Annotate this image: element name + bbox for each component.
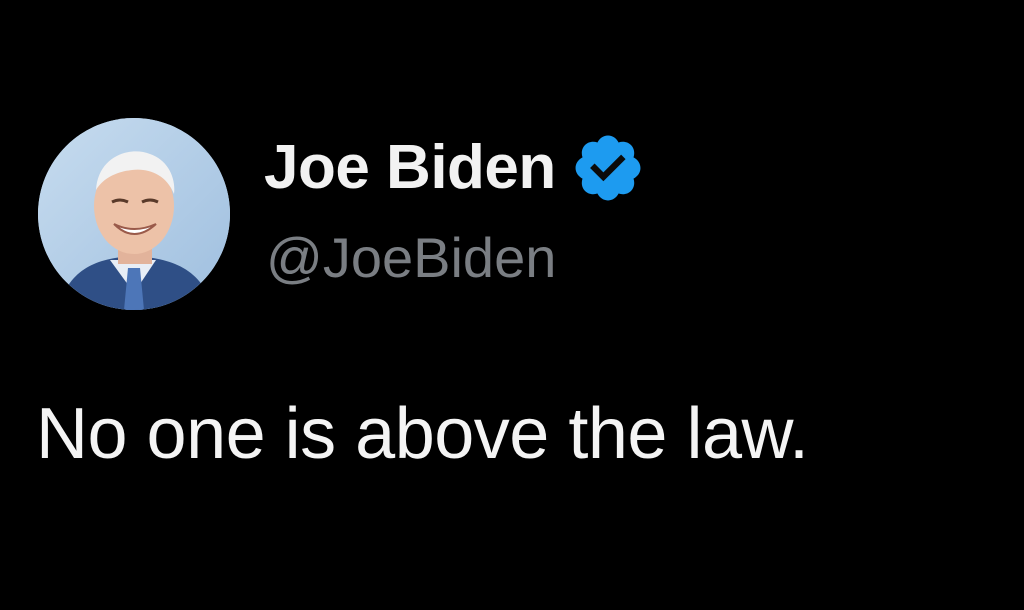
- author-name-row: Joe Biden: [264, 128, 646, 208]
- author-display-name[interactable]: Joe Biden: [264, 137, 556, 199]
- tweet-text: No one is above the law.: [36, 394, 809, 474]
- verified-badge-icon[interactable]: [570, 130, 646, 206]
- avatar[interactable]: [38, 118, 230, 310]
- profile-photo-icon: [38, 118, 230, 310]
- author-handle[interactable]: @JoeBiden: [266, 230, 556, 286]
- tweet-card[interactable]: Joe Biden @JoeBiden No one is above the …: [0, 0, 1024, 610]
